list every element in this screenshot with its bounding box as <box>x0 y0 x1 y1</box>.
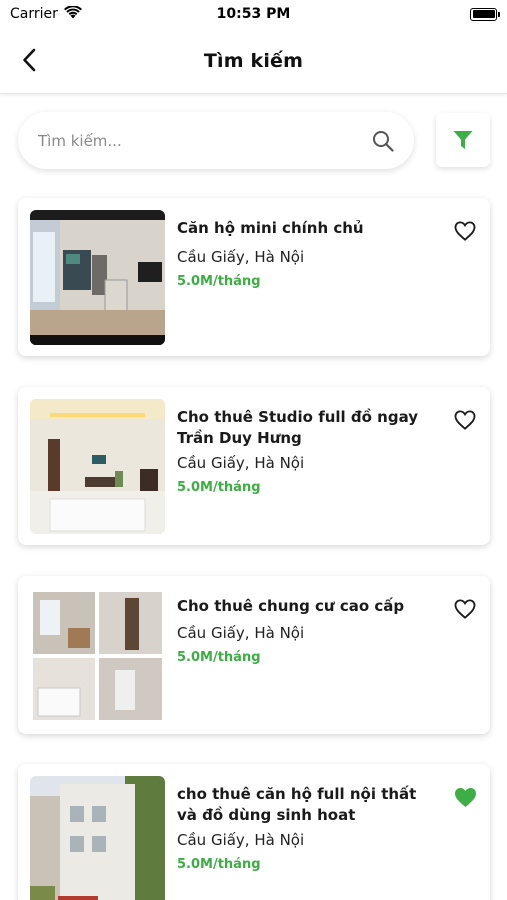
listing-photo <box>30 210 165 345</box>
filter-icon <box>453 131 473 149</box>
favorite-button[interactable] <box>452 218 478 244</box>
listing-title: cho thuê căn hộ full nội thất và đồ dùng… <box>177 785 417 824</box>
wifi-icon <box>63 4 82 23</box>
search-box[interactable] <box>18 112 414 169</box>
favorite-button[interactable] <box>452 407 478 433</box>
listing-card[interactable]: Căn hộ mini chính chủ Cầu Giấy, Hà Nội 5… <box>18 198 490 356</box>
chevron-left-icon <box>23 48 36 72</box>
listing-photo <box>30 588 165 723</box>
listing-location: Cầu Giấy, Hà Nội <box>177 454 305 472</box>
listing-title: Căn hộ mini chính chủ <box>177 219 364 237</box>
nav-bar: Tìm kiếm <box>0 28 507 94</box>
listing-photo <box>30 776 165 900</box>
listing-price: 5.0M/tháng <box>177 650 261 665</box>
battery-icon <box>470 7 500 21</box>
favorite-button[interactable] <box>452 596 478 622</box>
listing-photo <box>30 399 165 534</box>
favorite-button[interactable] <box>452 784 478 810</box>
page-title: Tìm kiếm <box>203 49 304 72</box>
back-button[interactable] <box>14 42 44 78</box>
heart-outline-icon <box>454 410 476 430</box>
listing-title: Cho thuê chung cư cao cấp <box>177 597 405 615</box>
listing-location: Cầu Giấy, Hà Nội <box>177 248 305 266</box>
listing-card[interactable]: Cho thuê chung cư cao cấp Cầu Giấy, Hà N… <box>18 576 490 734</box>
listing-card[interactable]: Cho thuê Studio full đồ ngay Trần Duy Hư… <box>18 387 490 545</box>
heart-outline-icon <box>454 599 476 619</box>
listing-card[interactable]: cho thuê căn hộ full nội thất và đồ dùng… <box>18 764 490 900</box>
listing-price: 5.0M/tháng <box>177 274 261 289</box>
status-left: Carrier <box>10 4 82 23</box>
filter-button[interactable] <box>436 113 490 167</box>
listing-title: Cho thuê Studio full đồ ngay Trần Duy Hư… <box>177 408 419 447</box>
listing-location: Cầu Giấy, Hà Nội <box>177 624 305 642</box>
search-input[interactable] <box>38 131 370 150</box>
search-icon[interactable] <box>370 128 396 154</box>
listing-price: 5.0M/tháng <box>177 857 261 872</box>
listing-location: Cầu Giấy, Hà Nội <box>177 831 305 849</box>
status-bar: Carrier 10:53 PM <box>0 0 507 28</box>
carrier-label: Carrier <box>10 6 58 22</box>
heart-filled-icon <box>454 787 476 807</box>
listing-price: 5.0M/tháng <box>177 480 261 495</box>
heart-outline-icon <box>454 221 476 241</box>
